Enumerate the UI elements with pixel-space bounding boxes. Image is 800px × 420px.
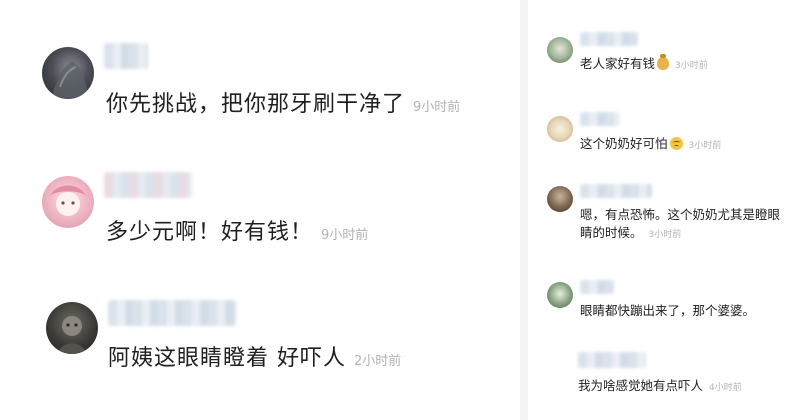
comment-item: 阿姨这眼睛瞪着 好吓人 2小时前 <box>0 270 520 420</box>
comment-item: 多少元啊！好有钱！ 9小时前 <box>0 130 520 270</box>
comment-text: 阿姨这眼睛瞪着 好吓人 2小时前 <box>108 346 402 371</box>
timestamp: 3小时前 <box>648 230 682 240</box>
username-blurred[interactable] <box>580 112 620 126</box>
comment-item: 我为啥感觉她有点吓人 4小时前 <box>528 344 800 420</box>
username-blurred[interactable] <box>104 172 192 198</box>
comment-text: 眼睛都快蹦出来了，那个婆婆。 <box>580 303 756 318</box>
comment-text-line: 睛的时候。 3小时前 <box>580 225 682 240</box>
avatar[interactable] <box>547 37 573 63</box>
avatar[interactable] <box>547 186 573 212</box>
username-blurred[interactable] <box>580 32 638 46</box>
comment-text: 我为啥感觉她有点吓人 4小时前 <box>578 378 742 393</box>
comment-text: 老人家好有钱 3小时前 <box>580 54 708 71</box>
timestamp: 3小时前 <box>688 141 722 151</box>
sad-face-icon <box>669 137 683 150</box>
comment-item: 你先挑战，把你那牙刷干净了 9小时前 <box>0 0 520 130</box>
comment-text: 多少元啊！好有钱！ 9小时前 <box>106 220 369 245</box>
avatar[interactable] <box>46 302 98 354</box>
timestamp: 3小时前 <box>675 61 708 71</box>
username-blurred[interactable] <box>104 43 148 69</box>
comment-text-line: 嗯，有点恐怖。这个奶奶尤其是瞪眼 <box>580 207 781 222</box>
comment-item: 眼睛都快蹦出来了，那个婆婆。 <box>528 270 800 340</box>
panel-divider <box>520 0 528 420</box>
username-blurred[interactable] <box>578 352 646 368</box>
timestamp: 9小时前 <box>321 228 369 243</box>
money-bag-icon <box>657 54 670 70</box>
avatar[interactable] <box>42 47 94 99</box>
timestamp: 9小时前 <box>413 100 461 115</box>
left-comment-panel: 你先挑战，把你那牙刷干净了 9小时前 多少元啊！好有钱！ 9小时前 阿姨这眼睛瞪着 … <box>0 0 520 420</box>
avatar[interactable] <box>547 282 573 308</box>
timestamp: 4小时前 <box>709 383 742 393</box>
username-blurred[interactable] <box>580 280 614 294</box>
username-blurred[interactable] <box>580 184 652 198</box>
username-blurred[interactable] <box>108 300 236 326</box>
comment-item: 老人家好有钱 3小时前 <box>528 0 800 90</box>
avatar[interactable] <box>42 176 94 228</box>
comment-item: 嗯，有点恐怖。这个奶奶尤其是瞪眼 睛的时候。 3小时前 <box>528 178 800 260</box>
timestamp: 2小时前 <box>354 354 402 369</box>
right-comment-panel: 老人家好有钱 3小时前 这个奶奶好可怕 3小时前 嗯，有点恐怖。这个奶奶尤其是瞪眼 … <box>528 0 800 420</box>
comment-text: 你先挑战，把你那牙刷干净了 9小时前 <box>106 92 461 117</box>
comment-text: 这个奶奶好可怕 3小时前 <box>580 136 722 151</box>
avatar[interactable] <box>547 116 573 142</box>
comment-item: 这个奶奶好可怕 3小时前 <box>528 100 800 172</box>
